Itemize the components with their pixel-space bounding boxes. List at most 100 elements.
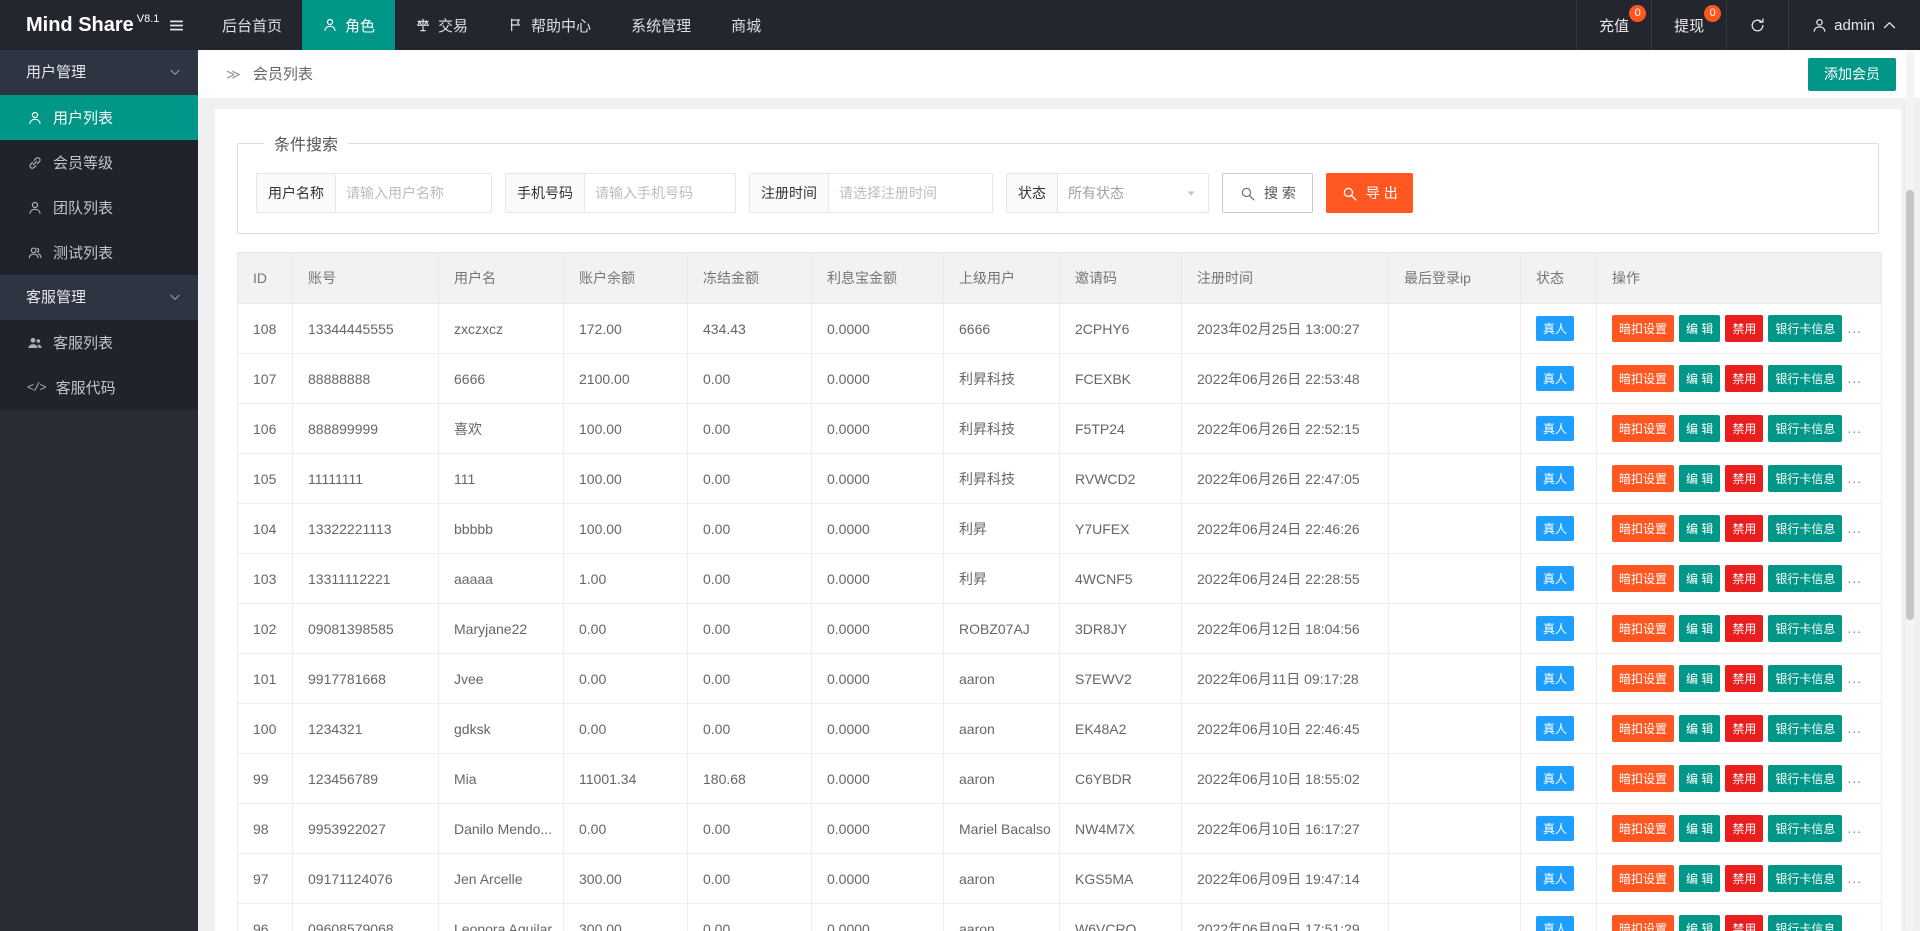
refresh-button[interactable]	[1726, 0, 1788, 50]
action-deduct-button[interactable]: 暗扣设置	[1612, 615, 1674, 642]
action-more-button[interactable]: ...	[1847, 570, 1862, 586]
status-badge[interactable]: 真人	[1536, 666, 1574, 691]
action-more-button[interactable]: ...	[1847, 670, 1862, 686]
action-deduct-button[interactable]: 暗扣设置	[1612, 865, 1674, 892]
status-badge[interactable]: 真人	[1536, 366, 1574, 391]
action-deduct-button[interactable]: 暗扣设置	[1612, 365, 1674, 392]
action-deduct-button[interactable]: 暗扣设置	[1612, 715, 1674, 742]
action-disable-button[interactable]: 禁用	[1725, 515, 1763, 542]
action-more-button[interactable]: ...	[1847, 620, 1862, 636]
sidebar-item-user-list[interactable]: 用户列表	[0, 95, 198, 140]
action-more-button[interactable]: ...	[1847, 420, 1862, 436]
action-disable-button[interactable]: 禁用	[1725, 565, 1763, 592]
status-badge[interactable]: 真人	[1536, 516, 1574, 541]
action-bank-button[interactable]: 银行卡信息	[1768, 715, 1842, 742]
sidebar-group-service-management[interactable]: 客服管理	[0, 275, 198, 320]
action-more-button[interactable]: ...	[1847, 370, 1862, 386]
action-more-button[interactable]: ...	[1847, 870, 1862, 886]
topnav-item-mall[interactable]: 商城	[711, 0, 781, 50]
topnav-item-help[interactable]: 帮助中心	[488, 0, 611, 50]
action-edit-button[interactable]: 编 辑	[1679, 815, 1720, 842]
status-badge[interactable]: 真人	[1536, 316, 1574, 341]
action-more-button[interactable]: ...	[1847, 470, 1862, 486]
search-button[interactable]: 搜 索	[1222, 173, 1313, 213]
action-bank-button[interactable]: 银行卡信息	[1768, 565, 1842, 592]
topnav-item-system[interactable]: 系统管理	[611, 0, 711, 50]
action-deduct-button[interactable]: 暗扣设置	[1612, 565, 1674, 592]
action-disable-button[interactable]: 禁用	[1725, 465, 1763, 492]
action-disable-button[interactable]: 禁用	[1725, 665, 1763, 692]
action-bank-button[interactable]: 银行卡信息	[1768, 465, 1842, 492]
filter-username-input[interactable]	[336, 174, 491, 212]
action-bank-button[interactable]: 银行卡信息	[1768, 865, 1842, 892]
action-deduct-button[interactable]: 暗扣设置	[1612, 465, 1674, 492]
action-edit-button[interactable]: 编 辑	[1679, 715, 1720, 742]
action-bank-button[interactable]: 银行卡信息	[1768, 365, 1842, 392]
action-disable-button[interactable]: 禁用	[1725, 415, 1763, 442]
action-bank-button[interactable]: 银行卡信息	[1768, 415, 1842, 442]
action-edit-button[interactable]: 编 辑	[1679, 615, 1720, 642]
action-deduct-button[interactable]: 暗扣设置	[1612, 515, 1674, 542]
action-disable-button[interactable]: 禁用	[1725, 615, 1763, 642]
topnav-item-role[interactable]: 角色	[302, 0, 395, 50]
add-member-button[interactable]: 添加会员	[1808, 58, 1896, 91]
sidebar-item-service-code[interactable]: </>客服代码	[0, 365, 198, 410]
status-badge[interactable]: 真人	[1536, 616, 1574, 641]
action-more-button[interactable]: ...	[1847, 920, 1862, 931]
topbar-recharge-button[interactable]: 充值0	[1576, 0, 1651, 50]
action-edit-button[interactable]: 编 辑	[1679, 515, 1720, 542]
action-bank-button[interactable]: 银行卡信息	[1768, 615, 1842, 642]
filter-regtime-input[interactable]	[829, 174, 992, 212]
status-badge[interactable]: 真人	[1536, 766, 1574, 791]
action-deduct-button[interactable]: 暗扣设置	[1612, 315, 1674, 342]
action-edit-button[interactable]: 编 辑	[1679, 765, 1720, 792]
status-badge[interactable]: 真人	[1536, 866, 1574, 891]
topnav-item-trade[interactable]: 交易	[395, 0, 488, 50]
scrollbar-thumb[interactable]	[1906, 190, 1914, 620]
action-edit-button[interactable]: 编 辑	[1679, 365, 1720, 392]
action-edit-button[interactable]: 编 辑	[1679, 665, 1720, 692]
action-disable-button[interactable]: 禁用	[1725, 715, 1763, 742]
user-menu[interactable]: admin	[1788, 0, 1920, 50]
action-more-button[interactable]: ...	[1847, 820, 1862, 836]
sidebar-item-test-list[interactable]: 测试列表	[0, 230, 198, 275]
status-badge[interactable]: 真人	[1536, 916, 1574, 931]
action-bank-button[interactable]: 银行卡信息	[1768, 765, 1842, 792]
action-disable-button[interactable]: 禁用	[1725, 865, 1763, 892]
action-disable-button[interactable]: 禁用	[1725, 365, 1763, 392]
status-badge[interactable]: 真人	[1536, 466, 1574, 491]
action-bank-button[interactable]: 银行卡信息	[1768, 315, 1842, 342]
status-badge[interactable]: 真人	[1536, 416, 1574, 441]
action-deduct-button[interactable]: 暗扣设置	[1612, 415, 1674, 442]
action-disable-button[interactable]: 禁用	[1725, 815, 1763, 842]
filter-status-select[interactable]: 所有状态	[1058, 174, 1208, 212]
action-bank-button[interactable]: 银行卡信息	[1768, 515, 1842, 542]
topnav-item-home[interactable]: 后台首页	[202, 0, 302, 50]
status-badge[interactable]: 真人	[1536, 816, 1574, 841]
action-edit-button[interactable]: 编 辑	[1679, 465, 1720, 492]
topbar-withdraw-button[interactable]: 提现0	[1651, 0, 1726, 50]
action-deduct-button[interactable]: 暗扣设置	[1612, 815, 1674, 842]
action-edit-button[interactable]: 编 辑	[1679, 415, 1720, 442]
action-disable-button[interactable]: 禁用	[1725, 915, 1763, 931]
action-edit-button[interactable]: 编 辑	[1679, 565, 1720, 592]
action-disable-button[interactable]: 禁用	[1725, 315, 1763, 342]
action-bank-button[interactable]: 银行卡信息	[1768, 915, 1842, 931]
action-more-button[interactable]: ...	[1847, 720, 1862, 736]
filter-phone-input[interactable]	[585, 174, 735, 212]
export-button[interactable]: 导 出	[1326, 173, 1413, 213]
action-more-button[interactable]: ...	[1847, 520, 1862, 536]
sidebar-toggle-button[interactable]	[150, 0, 202, 50]
action-edit-button[interactable]: 编 辑	[1679, 865, 1720, 892]
vertical-scrollbar[interactable]	[1906, 50, 1914, 931]
action-edit-button[interactable]: 编 辑	[1679, 315, 1720, 342]
action-more-button[interactable]: ...	[1847, 770, 1862, 786]
sidebar-item-service-list[interactable]: 客服列表	[0, 320, 198, 365]
action-deduct-button[interactable]: 暗扣设置	[1612, 765, 1674, 792]
action-more-button[interactable]: ...	[1847, 320, 1862, 336]
action-bank-button[interactable]: 银行卡信息	[1768, 815, 1842, 842]
action-deduct-button[interactable]: 暗扣设置	[1612, 915, 1674, 931]
status-badge[interactable]: 真人	[1536, 566, 1574, 591]
sidebar-group-user-management[interactable]: 用户管理	[0, 50, 198, 95]
sidebar-item-member-level[interactable]: 会员等级	[0, 140, 198, 185]
